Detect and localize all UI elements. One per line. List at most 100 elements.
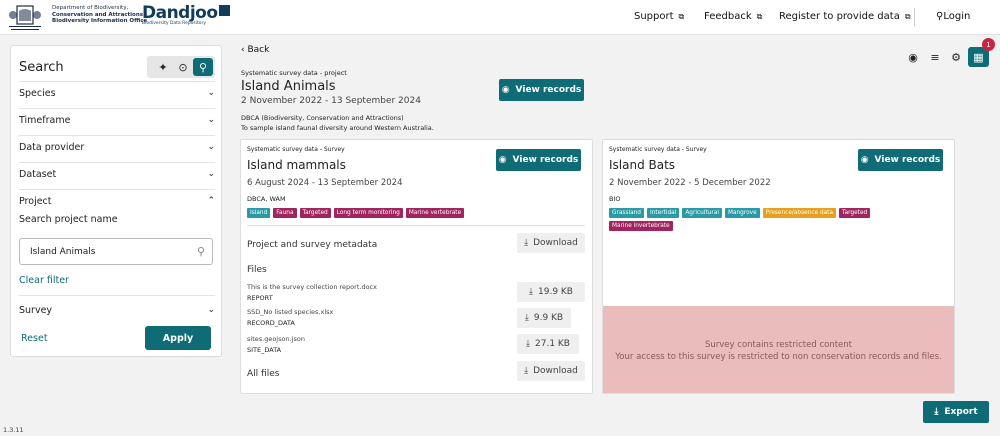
department-name: Department of Biodiversity, Conservation… bbox=[52, 5, 148, 24]
back-link[interactable]: ‹ Back bbox=[241, 45, 269, 55]
sidebar-title: Search bbox=[19, 60, 64, 75]
filter-dataset[interactable]: Dataset ⌄ bbox=[19, 169, 215, 180]
survey-kicker: Systematic survey data - Survey bbox=[609, 146, 707, 153]
tag: Marine vertebrate bbox=[405, 208, 465, 218]
tag: Grassland bbox=[609, 208, 644, 218]
divider bbox=[19, 135, 215, 136]
survey-kicker: Systematic survey data - Survey bbox=[247, 146, 345, 153]
divider bbox=[19, 108, 215, 109]
wa-government-crest-icon bbox=[9, 5, 41, 30]
external-link-icon: ⧉ bbox=[756, 12, 763, 21]
settings-icon[interactable]: ⚙ bbox=[947, 47, 965, 67]
all-files-download-button[interactable]: ⤓ Download bbox=[517, 361, 585, 381]
location-pin-icon: ◉ bbox=[498, 155, 507, 165]
search-sidebar: Search ✦ ⊙ ⚲ Species ⌄ Timeframe ⌄ Data pr… bbox=[10, 45, 222, 357]
survey-dates: 2 November 2022 - 5 December 2022 bbox=[609, 178, 771, 188]
tag: Mangrove bbox=[724, 208, 760, 218]
tag: Fauna bbox=[273, 208, 297, 218]
tag: Targeted bbox=[839, 208, 871, 218]
project-view-records-button[interactable]: ◉ View records bbox=[499, 79, 584, 101]
chevron-down-icon: ⌄ bbox=[207, 142, 215, 152]
survey-title: Island mammals bbox=[247, 158, 346, 172]
clear-filter-link[interactable]: Clear filter bbox=[19, 275, 69, 286]
file-name: This is the survey collection report.doc… bbox=[247, 283, 377, 291]
metadata-download-button[interactable]: ⤓ Download bbox=[517, 233, 585, 253]
tag: Long term monitoring bbox=[333, 208, 403, 218]
tag: Marine invertebrate bbox=[609, 221, 673, 231]
survey2-view-records-button[interactable]: ◉ View records bbox=[858, 149, 943, 171]
survey-dates: 6 August 2024 - 13 September 2024 bbox=[247, 178, 403, 188]
file-download-button[interactable]: ⤓ 27.1 KB bbox=[517, 334, 579, 354]
version-label: 1.3.11 bbox=[3, 426, 24, 434]
map-pin-icon[interactable]: ◉ bbox=[904, 47, 922, 67]
external-link-icon: ⧉ bbox=[904, 12, 911, 21]
file-name: sites.geojson.json bbox=[247, 335, 305, 343]
restricted-title: Survey contains restricted content bbox=[705, 340, 852, 350]
file-name: SSD_No listed species.xlsx bbox=[247, 308, 334, 316]
location-pin-icon: ◉ bbox=[860, 155, 869, 165]
file-type: REPORT bbox=[247, 294, 273, 302]
support-link[interactable]: Support ⧉ bbox=[634, 11, 684, 22]
project-title: Island Animals bbox=[241, 79, 336, 94]
login-link[interactable]: ⚲Login bbox=[936, 11, 970, 22]
filter-species[interactable]: Species ⌄ bbox=[19, 88, 215, 99]
download-icon: ⤓ bbox=[526, 339, 530, 349]
project-search-input[interactable]: ⚲ bbox=[19, 238, 213, 265]
project-kicker: Systematic survey data - project bbox=[241, 69, 347, 77]
register-link[interactable]: Register to provide data ⧉ bbox=[779, 11, 911, 22]
tag: Agricultural bbox=[682, 208, 722, 218]
filter-survey[interactable]: Survey ⌄ bbox=[19, 305, 215, 316]
reset-button[interactable]: Reset bbox=[21, 333, 48, 344]
tag: Targeted bbox=[299, 208, 331, 218]
divider bbox=[19, 295, 215, 296]
qr-icon bbox=[218, 5, 230, 16]
apply-button[interactable]: Apply bbox=[145, 326, 211, 350]
chevron-down-icon: ⌄ bbox=[207, 305, 215, 315]
search-mode-toolbar: ✦ ⊙ ⚲ bbox=[147, 56, 215, 78]
notification-badge: 1 bbox=[982, 38, 995, 51]
file-download-button[interactable]: ⤓ 9.9 KB bbox=[517, 308, 571, 328]
divider bbox=[19, 81, 215, 82]
export-button[interactable]: ⤓ Export bbox=[923, 401, 989, 423]
survey-title: Island Bats bbox=[609, 158, 676, 172]
nav-divider bbox=[914, 8, 915, 26]
chevron-down-icon: ⌄ bbox=[207, 88, 215, 98]
download-icon: ⤓ bbox=[524, 313, 529, 323]
download-icon: ⤓ bbox=[524, 366, 529, 376]
restricted-content-notice: Survey contains restricted content Your … bbox=[603, 306, 954, 393]
feedback-link[interactable]: Feedback ⧉ bbox=[704, 11, 762, 22]
filter-timeframe[interactable]: Timeframe ⌄ bbox=[19, 115, 215, 126]
download-icon: ⤓ bbox=[529, 287, 533, 297]
all-files-label: All files bbox=[247, 369, 280, 379]
location-pin-icon: ◉ bbox=[501, 85, 510, 95]
divider bbox=[19, 189, 215, 190]
files-label: Files bbox=[247, 265, 267, 275]
external-link-icon: ⧉ bbox=[678, 12, 685, 21]
filter-data-provider[interactable]: Data provider ⌄ bbox=[19, 142, 215, 153]
project-organisation: DBCA (Biodiversity, Conservation and Att… bbox=[241, 114, 404, 122]
dandjoo-logo[interactable]: Dandjoo Biodiversity Data Repository bbox=[142, 3, 230, 26]
file-type: RECORD_DATA bbox=[247, 319, 295, 327]
tag: Presence/absence data bbox=[762, 208, 837, 218]
polygon-draw-icon[interactable]: ✦ bbox=[153, 58, 173, 76]
survey1-view-records-button[interactable]: ◉ View records bbox=[496, 149, 581, 171]
tag: Intertidal bbox=[647, 208, 680, 218]
project-description: To sample island faunal diversity around… bbox=[241, 124, 434, 132]
restricted-message: Your access to this survey is restricted… bbox=[615, 352, 942, 362]
project-search-field[interactable] bbox=[30, 247, 180, 257]
target-icon[interactable]: ⊙ bbox=[173, 58, 193, 76]
divider bbox=[19, 162, 215, 163]
project-dates: 2 November 2022 - 13 September 2024 bbox=[241, 96, 421, 106]
metadata-label: Project and survey metadata bbox=[247, 240, 378, 250]
download-icon: ⤓ bbox=[524, 238, 529, 248]
top-bar: Department of Biodiversity, Conservation… bbox=[0, 0, 1000, 35]
filter-project[interactable]: Project ⌃ bbox=[19, 196, 215, 207]
survey1-tags: Island Fauna Targeted Long term monitori… bbox=[247, 208, 587, 218]
search-icon[interactable]: ⚲ bbox=[193, 58, 213, 76]
file-download-button[interactable]: ⤓ 19.9 KB bbox=[517, 282, 585, 302]
list-view-icon[interactable]: ≡ bbox=[926, 47, 944, 67]
chevron-down-icon: ⌄ bbox=[207, 115, 215, 125]
survey2-tags: Grassland Intertidal Agricultural Mangro… bbox=[609, 208, 929, 231]
file-type: SITE_DATA bbox=[247, 346, 282, 354]
download-icon: ⤓ bbox=[934, 407, 939, 417]
